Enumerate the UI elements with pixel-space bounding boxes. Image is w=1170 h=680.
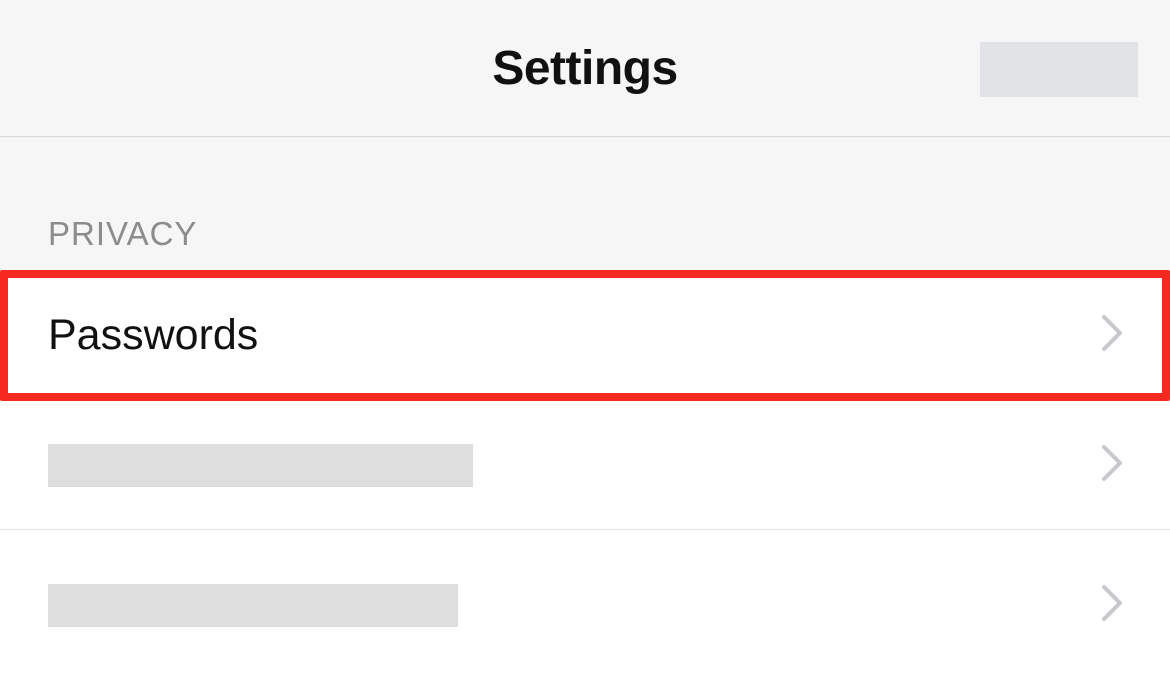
chevron-right-icon: [1102, 445, 1122, 486]
section-header-label: PRIVACY: [48, 215, 1122, 253]
row-placeholder-1[interactable]: [0, 401, 1170, 530]
nav-header: Settings: [0, 0, 1170, 137]
header-action-placeholder[interactable]: [980, 42, 1138, 97]
row-passwords[interactable]: Passwords: [0, 270, 1170, 401]
row-label-placeholder: [48, 584, 458, 627]
settings-list: Passwords: [0, 270, 1170, 680]
chevron-right-icon: [1102, 315, 1122, 356]
chevron-right-icon: [1102, 585, 1122, 626]
page-title: Settings: [492, 41, 677, 96]
row-label-passwords: Passwords: [48, 311, 258, 360]
row-label-placeholder: [48, 444, 473, 487]
section-header-privacy: PRIVACY: [0, 137, 1170, 271]
row-placeholder-2[interactable]: [0, 530, 1170, 680]
